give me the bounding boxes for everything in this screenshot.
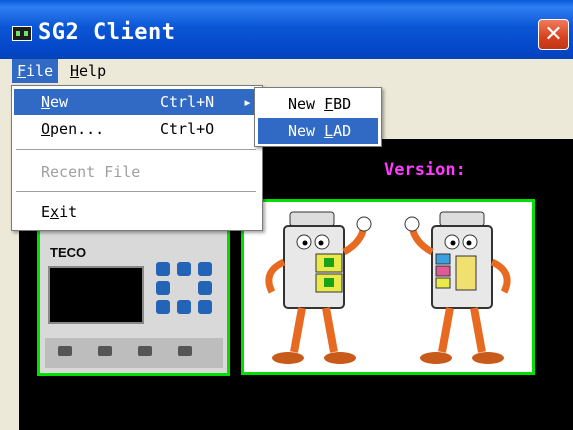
submenu-lad-prefix: New	[288, 122, 325, 140]
submenu-item-new-lad[interactable]: New LAD	[258, 118, 378, 144]
menu-item-new-shortcut: Ctrl+N	[160, 93, 215, 111]
submenu-fbd-mnemonic: F	[324, 95, 334, 113]
menu-item-recent-label: Recent File	[41, 163, 141, 181]
mascot-illustration	[265, 211, 511, 364]
menu-file[interactable]: File	[12, 59, 59, 83]
menu-item-recent-file: Recent File	[14, 159, 258, 185]
menu-item-open[interactable]: Open... Ctrl+O	[14, 116, 258, 142]
menu-help-label: elp	[79, 62, 107, 80]
file-menu-dropdown: New Ctrl+N ▸ Open... Ctrl+O Recent File …	[11, 85, 263, 231]
version-label: Version:	[384, 160, 466, 180]
menu-help-mnemonic: H	[70, 62, 80, 80]
menu-item-exit-mnemonic: x	[50, 203, 60, 221]
menu-item-exit-prefix: E	[41, 203, 51, 221]
mascot-image	[241, 199, 535, 375]
submenu-lad-mnemonic: L	[324, 122, 334, 140]
menu-item-exit[interactable]: Exit	[14, 199, 258, 225]
menu-bar: File Help	[0, 59, 573, 85]
menu-item-open-mnemonic: O	[41, 120, 51, 138]
menu-item-new[interactable]: New Ctrl+N ▸	[14, 89, 258, 115]
submenu-fbd-label: BD	[333, 95, 352, 113]
menu-item-exit-label: it	[59, 203, 78, 221]
title-bar[interactable]: SG2 Client ✕	[0, 0, 573, 59]
menu-item-open-shortcut: Ctrl+O	[160, 120, 215, 138]
app-icon	[12, 26, 32, 41]
menu-file-mnemonic: F	[17, 62, 27, 80]
menu-item-open-label: pen...	[50, 120, 105, 138]
submenu-arrow-icon: ▸	[243, 93, 253, 111]
plc-keypad	[152, 260, 216, 316]
submenu-lad-label: AD	[333, 122, 352, 140]
close-icon: ✕	[544, 22, 563, 47]
plc-display	[48, 266, 144, 324]
menu-item-new-label: ew	[50, 93, 69, 111]
submenu-fbd-prefix: New	[288, 95, 325, 113]
menu-help[interactable]: Help	[65, 59, 111, 83]
menu-separator	[16, 149, 256, 151]
menu-separator	[16, 191, 256, 193]
close-button[interactable]: ✕	[538, 19, 569, 50]
new-submenu: New FBD New LAD	[254, 87, 382, 147]
plc-brand-label: TECO	[50, 245, 87, 260]
plc-device-image: TECO	[37, 225, 230, 376]
submenu-item-new-fbd[interactable]: New FBD	[258, 91, 378, 117]
menu-item-new-mnemonic: N	[41, 93, 51, 111]
window-title: SG2 Client	[38, 20, 176, 45]
menu-file-label: ile	[26, 62, 54, 80]
